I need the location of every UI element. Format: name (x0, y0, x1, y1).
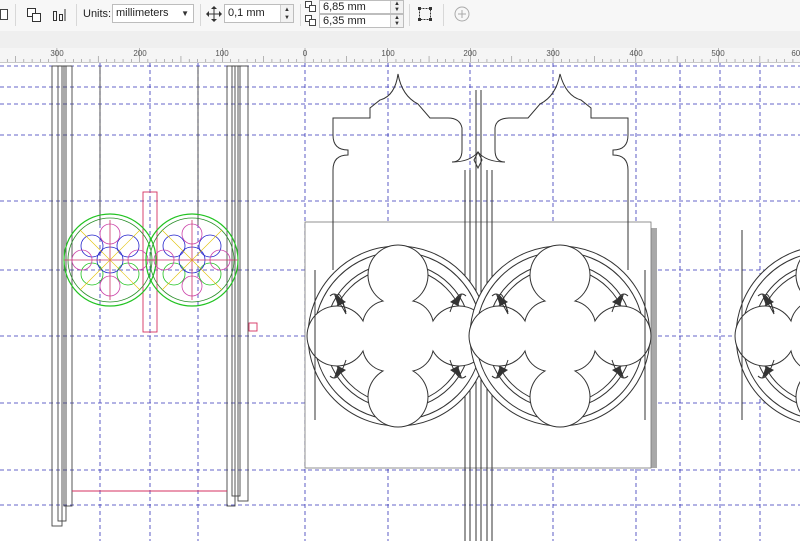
page-shape-button[interactable] (0, 6, 10, 24)
nudge-distance-value: 0,1 mm (228, 7, 265, 19)
quatrefoil-right[interactable] (468, 244, 652, 428)
duplicate-distance-y-value: 6,35 mm (323, 15, 366, 27)
rectangle-icon (0, 9, 8, 20)
quatrefoil-left[interactable] (306, 244, 490, 428)
ruler-label: 400 (629, 49, 643, 58)
ruler-label: 200 (463, 49, 477, 58)
duplicate-x-icon-wrap (304, 0, 318, 14)
units-dropdown[interactable]: millimeters ▼ (112, 4, 194, 23)
quatrefoil-far-right[interactable] (734, 244, 800, 428)
duplicate-x-icon (305, 1, 316, 12)
ruler-label: 200 (133, 49, 147, 58)
color-rosettes[interactable] (63, 213, 239, 307)
ruler-label: 0 (302, 49, 308, 58)
nudge-icon-wrap (205, 5, 223, 23)
overlap-squares-icon (27, 8, 41, 22)
document-tab-strip (0, 31, 800, 49)
ruler-label: 500 (711, 49, 725, 58)
units-value: millimeters (116, 7, 169, 19)
bounding-box-icon (418, 7, 432, 21)
chevron-down-icon: ▼ (181, 9, 189, 18)
drawing-canvas[interactable] (0, 63, 800, 541)
duplicate-y-spinner[interactable]: ▲ ▼ (390, 15, 403, 27)
duplicate-distance-x-field[interactable]: 6,85 mm ▲ ▼ (319, 0, 404, 14)
separator (76, 4, 77, 26)
duplicate-distance-x-value: 6,85 mm (323, 1, 366, 13)
units-label: Units: (83, 8, 112, 20)
property-bar: Units: millimeters ▼ 0,1 mm ▲ ▼ 6,85 mm ▲… (0, 0, 800, 32)
plus-circle-icon (454, 6, 470, 22)
align-bottom-button[interactable] (50, 5, 70, 25)
nudge-spinner[interactable]: ▲ ▼ (280, 5, 293, 22)
add-preset-button[interactable] (451, 4, 473, 24)
separator (15, 4, 16, 26)
move-arrows-icon (206, 6, 222, 22)
ruler-label: 300 (50, 49, 64, 58)
ruler-label: 100 (215, 49, 229, 58)
ruler-label: 100 (381, 49, 395, 58)
horizontal-ruler[interactable]: 300 200 100 0 100 200 300 400 500 600 (0, 48, 800, 63)
separator (200, 4, 201, 26)
separator (443, 4, 444, 26)
ruler-label: 300 (546, 49, 560, 58)
duplicate-y-icon (305, 15, 316, 26)
duplicate-distance-y-field[interactable]: 6,35 mm ▲ ▼ (319, 14, 404, 28)
nudge-distance-field[interactable]: 0,1 mm ▲ ▼ (224, 4, 294, 23)
ruler-ticks (6, 48, 794, 62)
treat-as-filled-button[interactable] (24, 5, 44, 25)
separator (409, 4, 410, 26)
bounding-box-button[interactable] (414, 4, 436, 24)
duplicate-x-spinner[interactable]: ▲ ▼ (390, 1, 403, 13)
ruler-label: 600 (791, 49, 800, 58)
bar-chart-icon (53, 9, 66, 21)
duplicate-y-icon-wrap (304, 14, 318, 28)
separator (300, 4, 301, 26)
